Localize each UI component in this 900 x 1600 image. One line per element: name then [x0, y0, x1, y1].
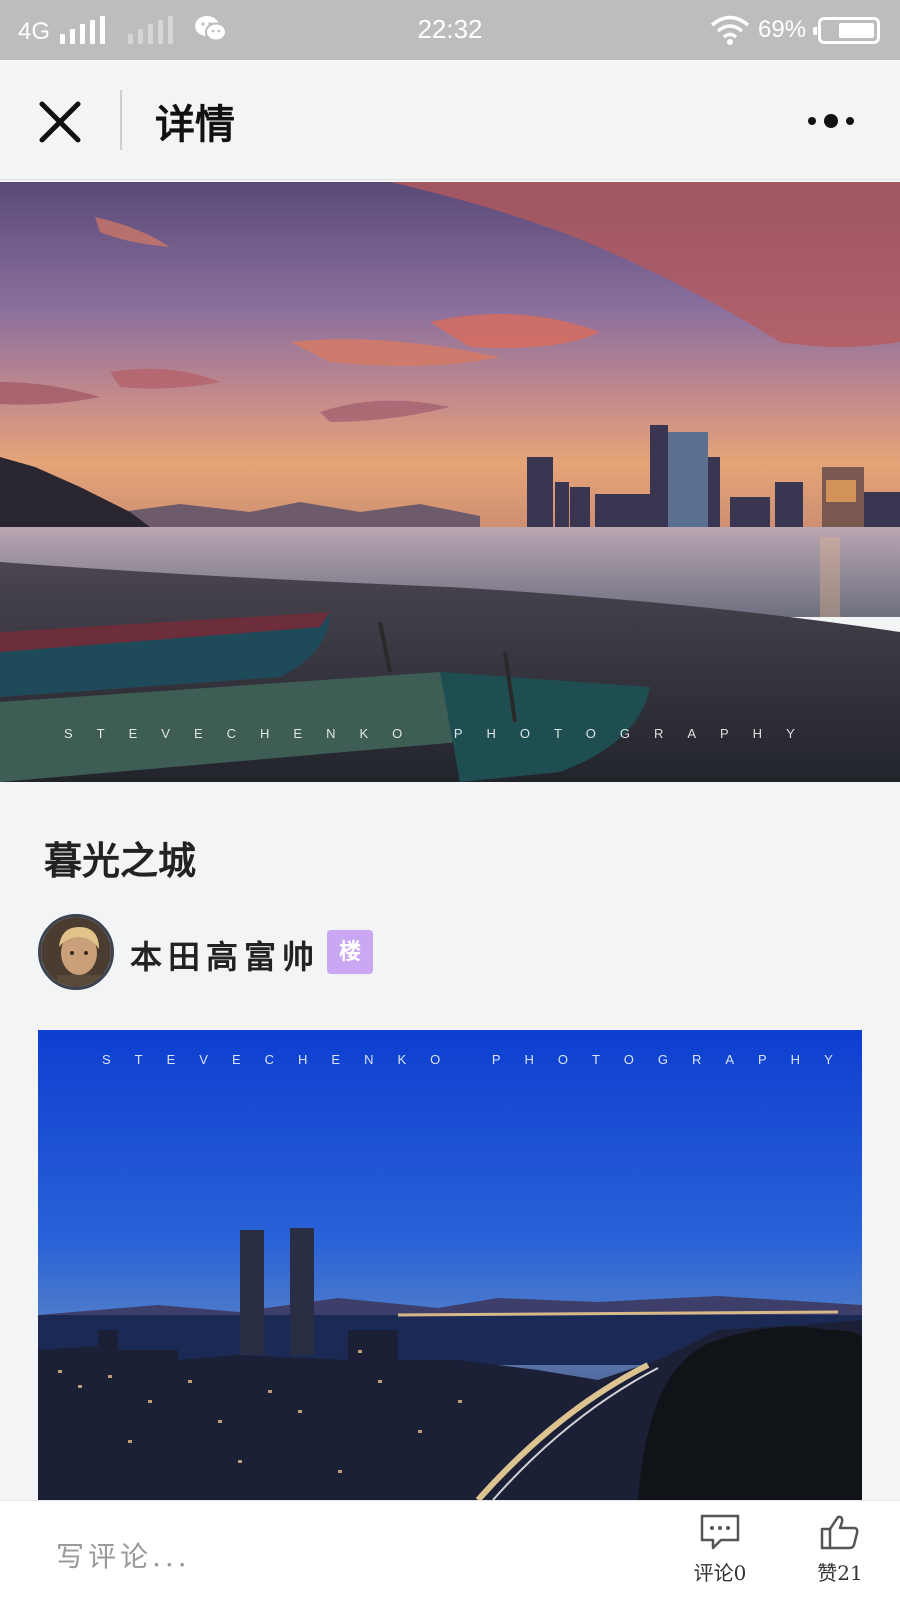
photo-watermark: STEVECHENKO PHOTOGRAPHY: [102, 1052, 857, 1067]
more-icon[interactable]: [808, 104, 888, 138]
status-bar: 4G 22:32 69%: [0, 0, 900, 60]
bottom-bar: 写评论... 评论0 赞21: [0, 1500, 900, 1600]
post-title: 暮光之城: [44, 838, 197, 883]
nav-divider: [120, 90, 122, 150]
hero-image[interactable]: STEVECHENKO PHOTOGRAPHY: [0, 182, 900, 782]
battery-fill: [839, 23, 874, 38]
page-title: 详情: [155, 101, 235, 148]
comment-button[interactable]: 评论0: [675, 1513, 765, 1593]
nav-bar: 详情: [0, 60, 900, 180]
floor-badge: 楼: [327, 930, 373, 974]
city-night-photo: [38, 1030, 862, 1500]
hero-watermark: STEVECHENKO PHOTOGRAPHY: [64, 726, 819, 741]
comment-icon: [700, 1514, 740, 1550]
post-photo[interactable]: STEVECHENKO PHOTOGRAPHY: [38, 1030, 862, 1500]
avatar[interactable]: [38, 914, 114, 990]
battery-icon: [813, 17, 880, 44]
comment-input[interactable]: 写评论...: [56, 1535, 191, 1575]
battery-percent: 69%: [758, 16, 807, 43]
author-name[interactable]: 本田高富帅: [130, 932, 320, 978]
thumbs-up-icon: [820, 1515, 859, 1550]
sunset-harbour-photo: [0, 182, 900, 782]
comment-count: 评论0: [693, 1561, 747, 1585]
like-count: 赞21: [817, 1561, 863, 1585]
wifi-icon: [710, 15, 750, 45]
like-button[interactable]: 赞21: [795, 1513, 885, 1593]
close-icon[interactable]: [38, 100, 82, 144]
